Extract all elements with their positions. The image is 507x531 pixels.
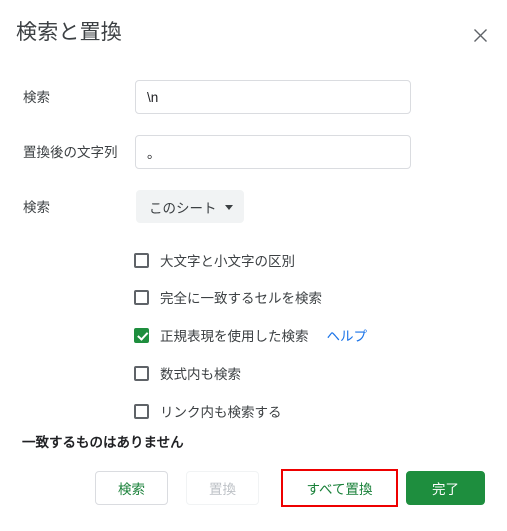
search-field-row: 検索	[0, 80, 507, 116]
done-button[interactable]: 完了	[406, 471, 485, 505]
replace-all-highlight: すべて置換	[281, 469, 398, 507]
checkbox-match-entire-cell[interactable]	[134, 289, 149, 305]
close-icon[interactable]	[467, 22, 493, 48]
status-message: 一致するものはありません	[22, 435, 184, 450]
option-match-case[interactable]: 大文字と小文字の区別	[134, 249, 295, 271]
find-button[interactable]: 検索	[95, 471, 168, 505]
replace-label: 置換後の文字列	[23, 145, 118, 160]
checkbox-search-formulas[interactable]	[134, 365, 149, 381]
search-input[interactable]	[135, 80, 411, 114]
option-label: 正規表現を使用した検索	[160, 329, 309, 344]
chevron-down-icon	[224, 204, 233, 210]
option-label: 完全に一致するセルを検索	[160, 291, 322, 306]
replace-input[interactable]	[135, 135, 411, 169]
scope-field-row: 検索 このシート	[0, 190, 507, 226]
search-label: 検索	[23, 90, 50, 105]
regex-help-link[interactable]: ヘルプ	[327, 325, 368, 345]
scope-dropdown-value: このシート	[149, 200, 217, 216]
option-use-regex[interactable]: 正規表現を使用した検索 ヘルプ	[134, 324, 367, 346]
checkbox-match-case[interactable]	[134, 252, 149, 268]
option-match-entire-cell[interactable]: 完全に一致するセルを検索	[134, 286, 322, 308]
close-icon-glyph	[473, 28, 487, 42]
dialog-header: 検索と置換	[0, 0, 507, 66]
option-search-links[interactable]: リンク内も検索する	[134, 400, 282, 422]
option-label: 数式内も検索	[160, 367, 241, 382]
replace-field-row: 置換後の文字列	[0, 135, 507, 171]
page-title: 検索と置換	[16, 21, 122, 44]
option-label: リンク内も検索する	[160, 405, 282, 420]
checkbox-search-links[interactable]	[134, 403, 149, 419]
scope-dropdown[interactable]: このシート	[136, 190, 244, 223]
option-label: 大文字と小文字の区別	[160, 254, 295, 269]
dialog-footer: 検索 置換 すべて置換 完了	[0, 469, 507, 511]
find-replace-dialog: 検索と置換 検索 置換後の文字列 検索 このシート 大文字と小文字の区別 完全に…	[0, 0, 507, 531]
scope-label: 検索	[23, 200, 50, 215]
replace-button: 置換	[186, 471, 259, 505]
replace-all-button[interactable]: すべて置換	[283, 471, 396, 505]
checkbox-use-regex[interactable]	[134, 327, 149, 343]
option-search-formulas[interactable]: 数式内も検索	[134, 362, 241, 384]
